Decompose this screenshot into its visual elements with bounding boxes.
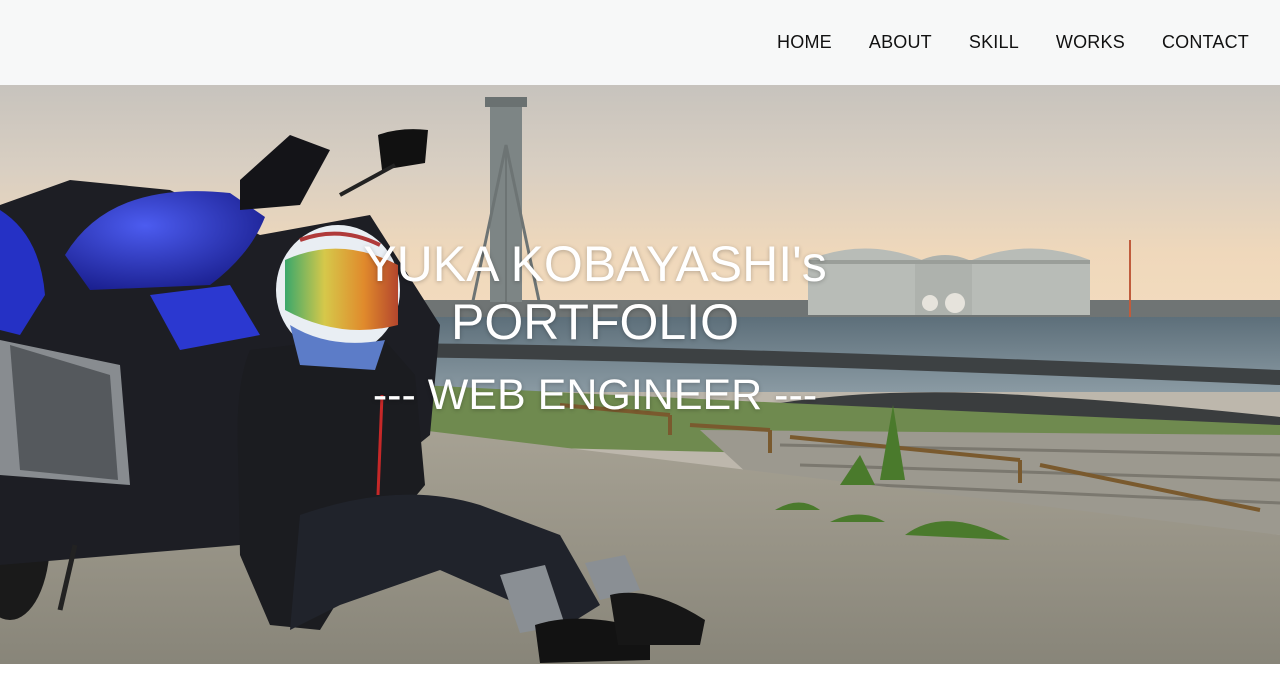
page-bottom-strip [0,664,1280,678]
main-nav: HOME ABOUT SKILL WORKS CONTACT [740,0,1249,85]
nav-home-link[interactable]: HOME [777,32,832,53]
site-header: HOME ABOUT SKILL WORKS CONTACT [0,0,1280,85]
nav-about-link[interactable]: ABOUT [869,32,932,53]
hero-section: YUKA KOBAYASHI's PORTFOLIO --- WEB ENGIN… [0,85,1280,664]
nav-skill-link[interactable]: SKILL [969,32,1019,53]
hero-background-photo [0,85,1280,664]
nav-contact-link[interactable]: CONTACT [1162,32,1249,53]
nav-works-link[interactable]: WORKS [1056,32,1125,53]
